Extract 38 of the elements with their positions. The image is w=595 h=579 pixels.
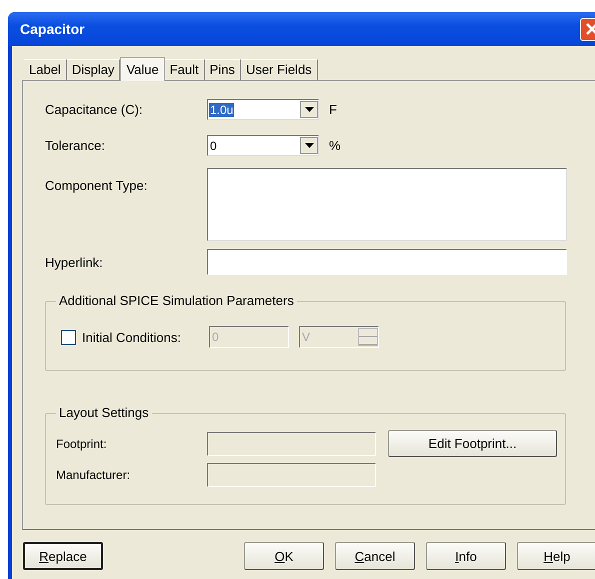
field-label: Footprint: [56,436,108,450]
tab[interactable]: Fault [164,59,205,80]
group-title: Layout Settings [56,405,152,420]
tab[interactable]: Display [66,59,120,80]
manufacturer-field[interactable] [207,463,376,487]
field-value: 0 [209,138,218,152]
dropdown-arrow-button[interactable] [300,137,318,154]
unit-label: % [329,138,341,153]
capacitance-dropdown[interactable]: 1.0u [207,99,319,120]
group-title: Additional SPICE Simulation Parameters [56,293,297,308]
field-value: 0 [211,330,220,344]
tolerance-dropdown[interactable]: 0 [207,135,319,156]
dialog-button[interactable]: Cancel [335,542,415,570]
tab[interactable]: Label [24,59,67,80]
dialog-button[interactable]: Help [517,542,595,570]
tab[interactable]: Pins [204,59,241,80]
field-label: Component Type: [45,178,148,193]
tab[interactable]: User Fields [240,59,318,80]
dialog-button[interactable]: Replace [23,542,103,570]
hyperlink-field[interactable] [207,249,567,275]
window-title: Capacitor [19,21,86,37]
caret-icon [304,107,314,112]
edit-footprint-button[interactable]: Edit Footprint... [388,430,557,457]
tab[interactable]: Value [120,57,165,81]
dialog-button[interactable]: OK [244,542,324,570]
field-label: Manufacturer: [56,468,132,482]
field-value: 1.0u [209,102,234,116]
component-type-field[interactable] [207,168,567,241]
checkbox-label: Initial Conditions: [82,330,182,344]
dialog-button[interactable]: Info [426,542,506,570]
caret-icon [304,143,314,148]
dropdown-arrow-button[interactable] [300,101,318,118]
field-label: Tolerance: [45,138,106,153]
unit-label: F [329,102,337,117]
field-label: Hyperlink: [45,254,104,270]
footprint-field[interactable] [207,432,376,456]
field-label: Capacitance (C): [45,102,144,117]
field-value: V [301,330,312,344]
